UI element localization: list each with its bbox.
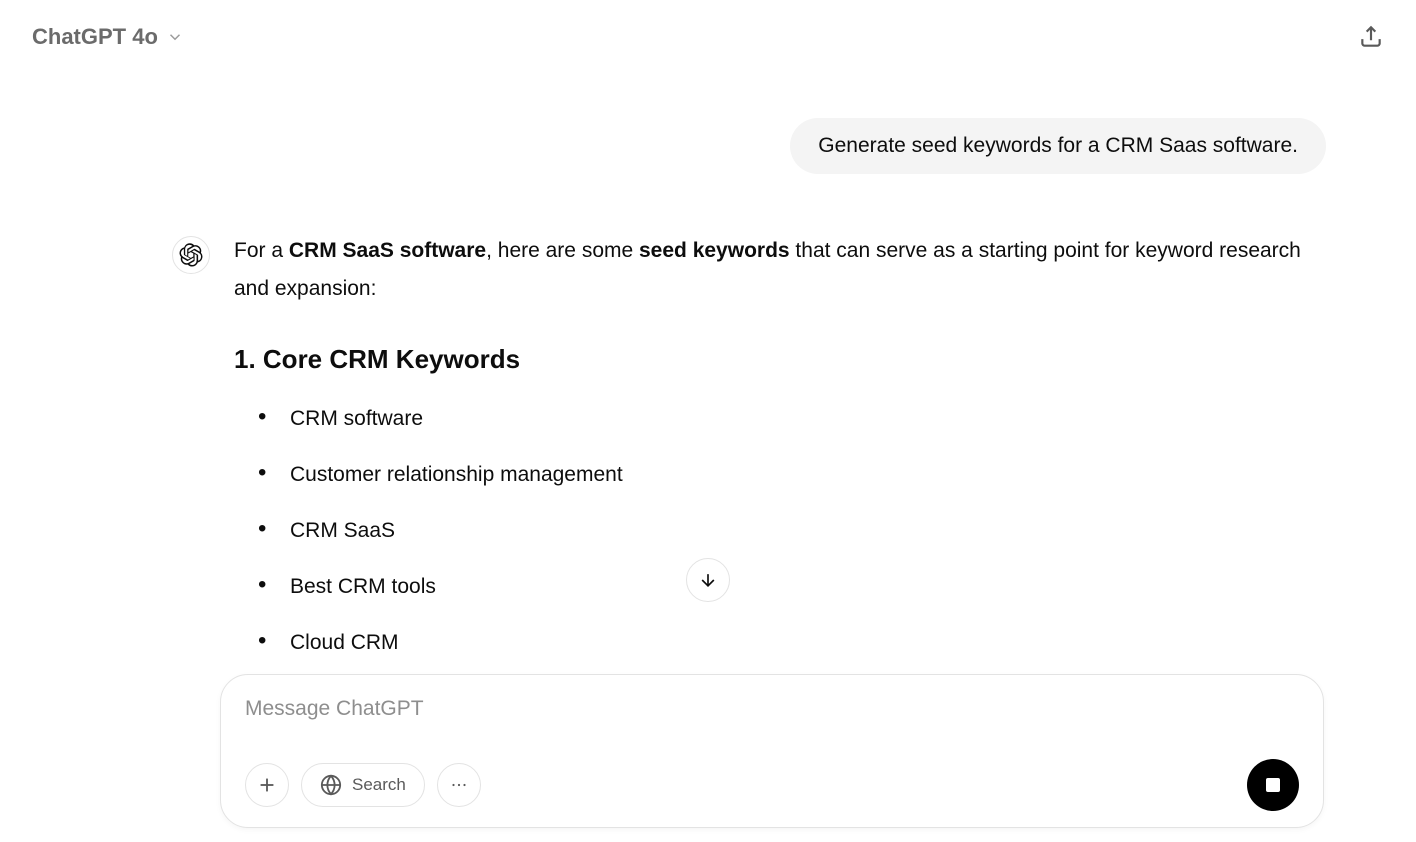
assistant-content: For a CRM SaaS software, here are some s…	[234, 232, 1326, 652]
search-web-button[interactable]: Search	[301, 763, 425, 807]
plus-icon	[256, 774, 278, 796]
assistant-avatar	[172, 236, 210, 274]
chatgpt-logo-icon	[179, 243, 203, 267]
more-options-button[interactable]	[437, 763, 481, 807]
stop-generation-button[interactable]	[1247, 759, 1299, 811]
section-heading: 1. Core CRM Keywords	[234, 336, 1326, 383]
list-item: Customer relationship management	[258, 456, 1326, 494]
ellipsis-icon	[448, 774, 470, 796]
list-item: CRM software	[258, 400, 1326, 438]
keyword-list: CRM software Customer relationship manag…	[234, 400, 1326, 652]
chevron-down-icon	[166, 28, 184, 46]
header: ChatGPT 4o	[0, 0, 1416, 74]
list-item: Best CRM tools	[258, 568, 1326, 606]
attach-button[interactable]	[245, 763, 289, 807]
share-icon[interactable]	[1358, 24, 1384, 50]
model-selector[interactable]: ChatGPT 4o	[32, 24, 184, 50]
arrow-down-icon	[698, 570, 718, 590]
user-message-bubble: Generate seed keywords for a CRM Saas so…	[790, 118, 1326, 174]
composer: Search	[220, 674, 1324, 828]
stop-icon	[1266, 778, 1280, 792]
toolbar-left: Search	[245, 763, 481, 807]
scroll-to-bottom-button[interactable]	[686, 558, 730, 602]
message-input[interactable]	[245, 695, 1299, 723]
user-message-text: Generate seed keywords for a CRM Saas so…	[818, 134, 1298, 157]
list-item: Cloud CRM	[258, 624, 1326, 652]
composer-toolbar: Search	[245, 759, 1299, 811]
model-label: ChatGPT 4o	[32, 24, 158, 50]
globe-icon	[320, 774, 342, 796]
assistant-intro-paragraph: For a CRM SaaS software, here are some s…	[234, 232, 1326, 308]
user-message-row: Generate seed keywords for a CRM Saas so…	[0, 100, 1416, 192]
composer-wrap: Search	[0, 664, 1416, 842]
search-web-label: Search	[352, 775, 406, 795]
list-item: CRM SaaS	[258, 512, 1326, 550]
